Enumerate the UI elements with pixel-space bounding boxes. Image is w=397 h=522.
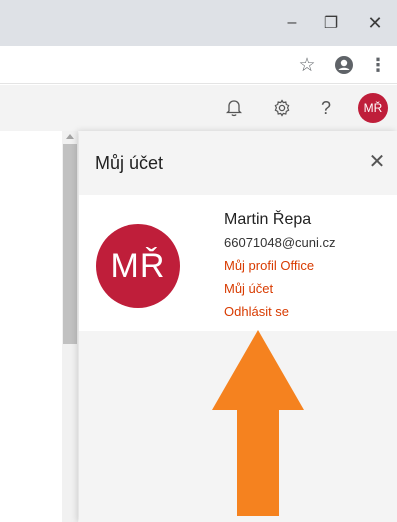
sign-out-link[interactable]: Odhlásit se	[224, 304, 289, 319]
bookmark-star-icon[interactable]: ☆	[293, 51, 321, 79]
panel-title: Můj účet	[95, 153, 164, 173]
minimize-button[interactable]: –	[275, 8, 309, 38]
help-icon[interactable]: ?	[312, 94, 340, 122]
close-window-button[interactable]: ✕	[358, 8, 392, 38]
browser-toolbar: ☆ ⋮	[0, 46, 397, 84]
scrollbar-thumb[interactable]	[63, 144, 77, 344]
scroll-up-icon[interactable]	[66, 134, 74, 139]
account-card: MŘ Martin Řepa 66071048@cuni.cz Můj prof…	[79, 195, 397, 331]
gear-icon[interactable]	[268, 94, 296, 122]
my-office-profile-link[interactable]: Můj profil Office	[224, 258, 314, 273]
page-content	[0, 131, 62, 522]
user-name: Martin Řepa	[224, 211, 312, 228]
close-panel-button[interactable]: ✕	[365, 149, 389, 173]
user-email: 66071048@cuni.cz	[224, 235, 336, 250]
up-arrow-annotation	[212, 330, 304, 516]
avatar: MŘ	[96, 224, 180, 308]
account-avatar-button[interactable]: MŘ	[358, 93, 388, 123]
browser-titlebar: – ❐ ✕	[0, 0, 397, 46]
more-menu-icon[interactable]: ⋮	[364, 51, 392, 79]
account-icon[interactable]	[330, 51, 358, 79]
restore-button[interactable]: ❐	[314, 8, 348, 38]
office-header: ? MŘ	[0, 85, 397, 131]
my-account-link[interactable]: Můj účet	[224, 281, 273, 296]
bell-icon[interactable]	[220, 94, 248, 122]
